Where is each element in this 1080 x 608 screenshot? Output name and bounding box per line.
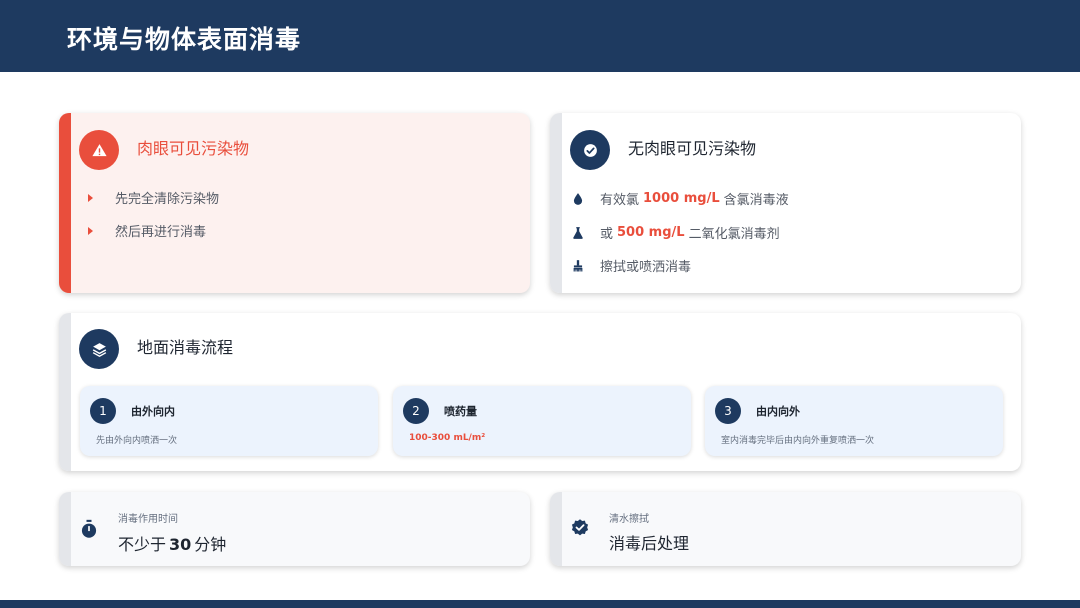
droplet-icon	[570, 191, 586, 207]
header-bar: 环境与物体表面消毒	[0, 0, 1080, 72]
step-title: 由内向外	[756, 405, 800, 418]
process-step: 2 喷药量 100-300 mL/m²	[393, 386, 691, 456]
brush-icon	[570, 258, 586, 274]
step-description: 室内消毒完毕后由内向外重复喷洒一次	[721, 436, 875, 446]
card-accent-stripe	[550, 113, 562, 293]
card-value: 消毒后处理	[609, 534, 690, 553]
item-suffix: 二氧化氯消毒剂	[688, 227, 780, 242]
layers-icon	[79, 329, 119, 369]
page-title: 环境与物体表面消毒	[67, 25, 302, 54]
invisible-contaminant-card: 无肉眼可见污染物 有效氯 1000 mg/L 含氯消毒液 或 500 mg/L …	[550, 113, 1021, 293]
floor-process-card: 地面消毒流程 1 由外向内 先由外向内喷洒一次 2 喷药量 100-300 mL…	[59, 313, 1021, 471]
step-number: 1	[90, 398, 116, 424]
disinfectant-item: 或 500 mg/L 二氧化氯消毒剂	[570, 223, 780, 242]
item-prefix: 有效氯	[600, 193, 640, 208]
flask-icon	[570, 225, 586, 241]
visible-contaminant-card: 肉眼可见污染物 先完全清除污染物 然后再进行消毒	[59, 113, 530, 293]
card-title: 地面消毒流程	[137, 338, 234, 357]
value-suffix: 分钟	[194, 535, 227, 554]
card-title: 无肉眼可见污染物	[628, 139, 757, 158]
check-circle-icon	[570, 130, 610, 170]
list-item-text: 然后再进行消毒	[115, 225, 207, 240]
card-label: 清水擦拭	[609, 514, 649, 525]
item-text: 擦拭或喷洒消毒	[600, 260, 692, 275]
step-title: 由外向内	[131, 405, 175, 418]
badge-check-icon	[571, 519, 589, 536]
card-accent-stripe	[550, 492, 562, 566]
step-description: 先由外向内喷洒一次	[96, 436, 178, 446]
disinfectant-item: 有效氯 1000 mg/L 含氯消毒液	[570, 189, 789, 208]
chlorine-dioxide-concentration: 500 mg/L	[617, 225, 685, 240]
card-accent-stripe	[59, 113, 71, 293]
contact-time-card: 消毒作用时间 不少于 30 分钟	[59, 492, 530, 566]
minutes-number: 30	[169, 535, 192, 554]
step-description: 100-300 mL/m²	[409, 433, 486, 443]
footer-bar	[0, 600, 1080, 608]
disinfectant-item: 擦拭或喷洒消毒	[570, 256, 691, 275]
list-item-text: 先完全清除污染物	[115, 192, 220, 207]
step-title: 喷药量	[444, 405, 477, 418]
card-label: 消毒作用时间	[118, 514, 178, 525]
list-item: 先完全清除污染物	[88, 188, 219, 207]
caret-right-icon	[88, 226, 93, 235]
caret-right-icon	[88, 193, 93, 202]
contact-time-value: 不少于 30 分钟	[118, 531, 226, 555]
list-item: 然后再进行消毒	[88, 221, 206, 240]
post-treatment-card: 清水擦拭 消毒后处理	[550, 492, 1021, 566]
chlorine-concentration: 1000 mg/L	[643, 191, 720, 206]
value-prefix: 不少于	[118, 535, 167, 554]
step-number: 2	[403, 398, 429, 424]
warning-icon	[79, 130, 119, 170]
process-step: 1 由外向内 先由外向内喷洒一次	[80, 386, 378, 456]
item-prefix: 或	[600, 227, 614, 242]
card-title: 肉眼可见污染物	[137, 139, 250, 158]
stopwatch-icon	[81, 519, 97, 538]
item-suffix: 含氯消毒液	[723, 193, 789, 208]
process-step: 3 由内向外 室内消毒完毕后由内向外重复喷洒一次	[705, 386, 1003, 456]
card-accent-stripe	[59, 313, 71, 471]
card-accent-stripe	[59, 492, 71, 566]
step-number: 3	[715, 398, 741, 424]
